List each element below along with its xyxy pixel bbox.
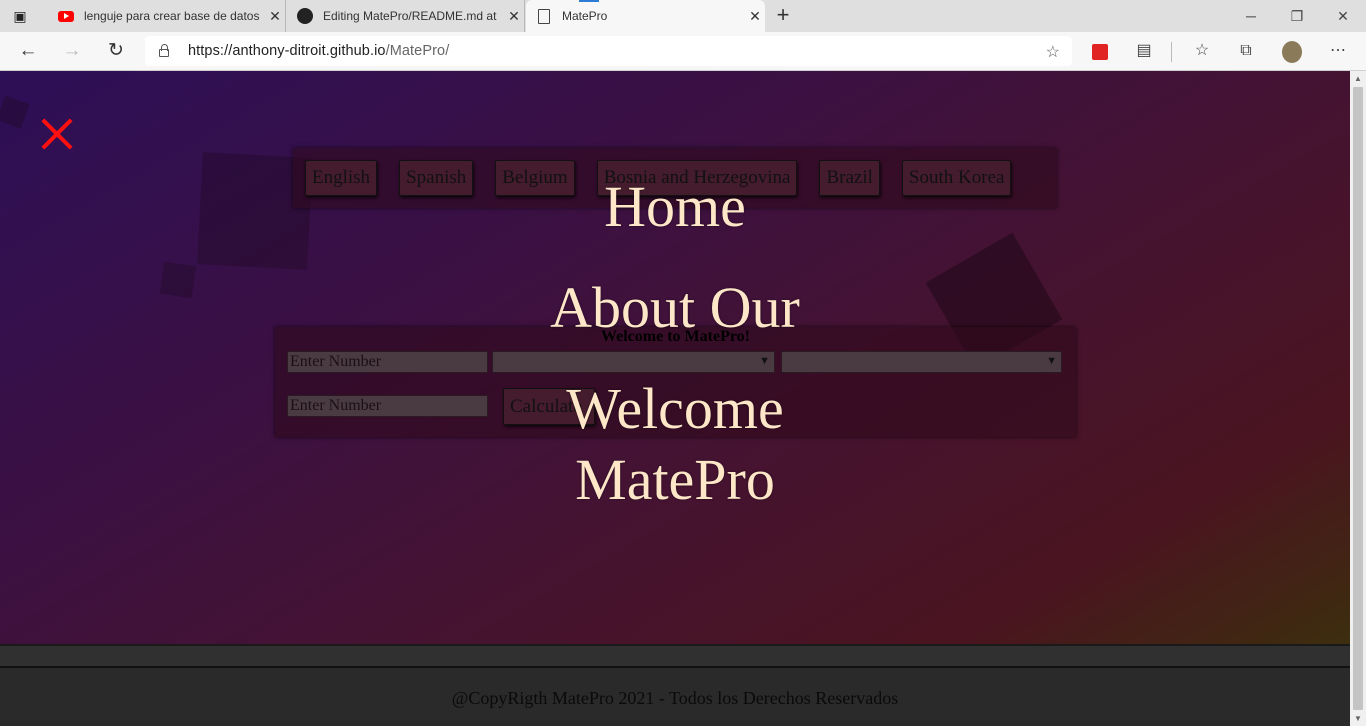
window-close-icon[interactable]: ✕ — [1320, 4, 1366, 28]
bg-square — [0, 95, 30, 129]
tab-youtube[interactable]: lenguje para crear base de datos ✕ — [48, 0, 286, 32]
toolbar-divider — [1171, 42, 1172, 62]
url-field[interactable]: https://anthony-ditroit.github.io/MatePr… — [145, 36, 1072, 66]
tab-title: lenguje para crear base de datos — [84, 9, 260, 23]
tab-title: Editing MatePro/README.md at — [323, 9, 497, 23]
url-text: https://anthony-ditroit.github.io/MatePr… — [188, 43, 449, 59]
forward-icon[interactable]: → — [60, 40, 84, 64]
tab-github[interactable]: Editing MatePro/README.md at ✕ — [287, 0, 525, 32]
favorites-icon[interactable]: ☆ — [1190, 40, 1214, 64]
back-icon[interactable]: ← — [16, 40, 40, 64]
menu-link-about[interactable]: About Our — [0, 274, 1350, 341]
chevron-down-icon: ▼ — [759, 355, 770, 367]
github-icon — [297, 8, 313, 24]
tab-close-icon[interactable]: ✕ — [745, 8, 765, 25]
scroll-thumb[interactable] — [1353, 87, 1363, 710]
youtube-icon — [58, 8, 74, 24]
footer: @CopyRigth MatePro 2021 - Todos los Dere… — [0, 668, 1350, 726]
tab-matepro[interactable]: MatePro ✕ — [526, 0, 765, 32]
page-icon — [536, 8, 552, 24]
new-tab-icon[interactable]: + — [772, 4, 794, 26]
tab-bar: ▣ lenguje para crear base de datos ✕ Edi… — [0, 0, 1366, 32]
scroll-down-icon[interactable]: ▼ — [1354, 714, 1362, 723]
extension-icon[interactable] — [1088, 40, 1112, 64]
menu-link-matepro[interactable]: MatePro — [0, 446, 1350, 513]
menu-link-home[interactable]: Home — [0, 173, 1350, 240]
url-host: https://anthony-ditroit.github.io — [188, 43, 386, 59]
more-options-icon[interactable]: ⋯ — [1326, 40, 1350, 64]
profile-avatar[interactable] — [1280, 40, 1304, 64]
minimize-icon[interactable]: ─ — [1228, 4, 1274, 28]
menu-link-welcome[interactable]: Welcome — [0, 375, 1350, 442]
tab-title: MatePro — [562, 9, 608, 23]
number-input-1[interactable] — [287, 351, 488, 373]
menu-close-icon[interactable] — [38, 116, 76, 154]
lock-icon[interactable] — [159, 44, 169, 57]
unit-select[interactable]: ▼ — [781, 351, 1062, 373]
collections-icon[interactable]: ⧉ — [1234, 40, 1258, 64]
add-favorite-icon[interactable]: ☆ — [1046, 42, 1060, 62]
page-scrollbar[interactable]: ▲ ▼ — [1350, 71, 1366, 726]
tab-actions-icon[interactable]: ▣ — [10, 7, 30, 25]
tab-close-icon[interactable]: ✕ — [265, 8, 285, 25]
page-viewport: English Spanish Belgium Bosnia and Herze… — [0, 71, 1350, 726]
scroll-up-icon[interactable]: ▲ — [1354, 74, 1362, 83]
address-bar: ← → ↻ https://anthony-ditroit.github.io/… — [0, 32, 1366, 71]
restore-icon[interactable]: ❐ — [1274, 4, 1320, 28]
operation-select[interactable]: ▼ — [492, 351, 775, 373]
tab-close-icon[interactable]: ✕ — [504, 8, 524, 25]
read-aloud-icon[interactable]: ▤ — [1132, 40, 1156, 64]
chevron-down-icon: ▼ — [1046, 355, 1057, 367]
footer-divider — [0, 644, 1350, 668]
refresh-icon[interactable]: ↻ — [104, 40, 128, 64]
url-path: /MatePro/ — [385, 43, 450, 59]
copyright-text: @CopyRigth MatePro 2021 - Todos los Dere… — [451, 688, 899, 708]
